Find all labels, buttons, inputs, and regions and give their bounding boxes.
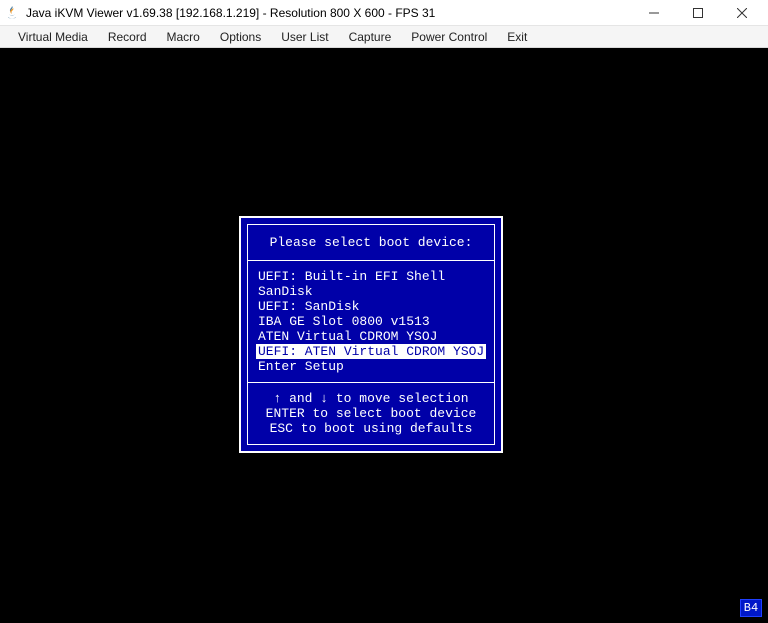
menu-options[interactable]: Options [210, 28, 271, 46]
divider [248, 382, 494, 383]
boot-device-item[interactable]: IBA GE Slot 0800 v1513 [256, 314, 486, 329]
remote-screen[interactable]: Please select boot device: UEFI: Built-i… [0, 48, 768, 623]
divider [248, 260, 494, 261]
boot-device-item[interactable]: UEFI: Built-in EFI Shell [256, 269, 486, 284]
window-title: Java iKVM Viewer v1.69.38 [192.168.1.219… [26, 6, 435, 20]
menu-user-list[interactable]: User List [271, 28, 338, 46]
titlebar: Java iKVM Viewer v1.69.38 [192.168.1.219… [0, 0, 768, 26]
menubar: Virtual Media Record Macro Options User … [0, 26, 768, 48]
boot-device-list: UEFI: Built-in EFI Shell SanDisk UEFI: S… [256, 269, 486, 374]
hint-line: ESC to boot using defaults [256, 421, 486, 436]
menu-power-control[interactable]: Power Control [401, 28, 497, 46]
menu-exit[interactable]: Exit [497, 28, 537, 46]
hint-line: ENTER to select boot device [256, 406, 486, 421]
java-icon [4, 5, 20, 21]
close-button[interactable] [720, 0, 764, 26]
boot-device-item-selected[interactable]: UEFI: ATEN Virtual CDROM YSOJ [256, 344, 486, 359]
boot-device-item[interactable]: ATEN Virtual CDROM YSOJ [256, 329, 486, 344]
boot-device-inner: Please select boot device: UEFI: Built-i… [247, 224, 495, 445]
maximize-button[interactable] [676, 0, 720, 26]
boot-dialog-title: Please select boot device: [256, 235, 486, 250]
boot-device-item[interactable]: UEFI: SanDisk [256, 299, 486, 314]
menu-capture[interactable]: Capture [339, 28, 402, 46]
status-badge: B4 [740, 599, 762, 617]
menu-virtual-media[interactable]: Virtual Media [8, 28, 98, 46]
menu-record[interactable]: Record [98, 28, 157, 46]
boot-hints: ↑ and ↓ to move selection ENTER to selec… [256, 391, 486, 436]
menu-macro[interactable]: Macro [157, 28, 210, 46]
hint-line: ↑ and ↓ to move selection [256, 391, 486, 406]
minimize-button[interactable] [632, 0, 676, 26]
boot-device-dialog: Please select boot device: UEFI: Built-i… [239, 216, 503, 453]
boot-device-item[interactable]: Enter Setup [256, 359, 486, 374]
boot-device-item[interactable]: SanDisk [256, 284, 486, 299]
